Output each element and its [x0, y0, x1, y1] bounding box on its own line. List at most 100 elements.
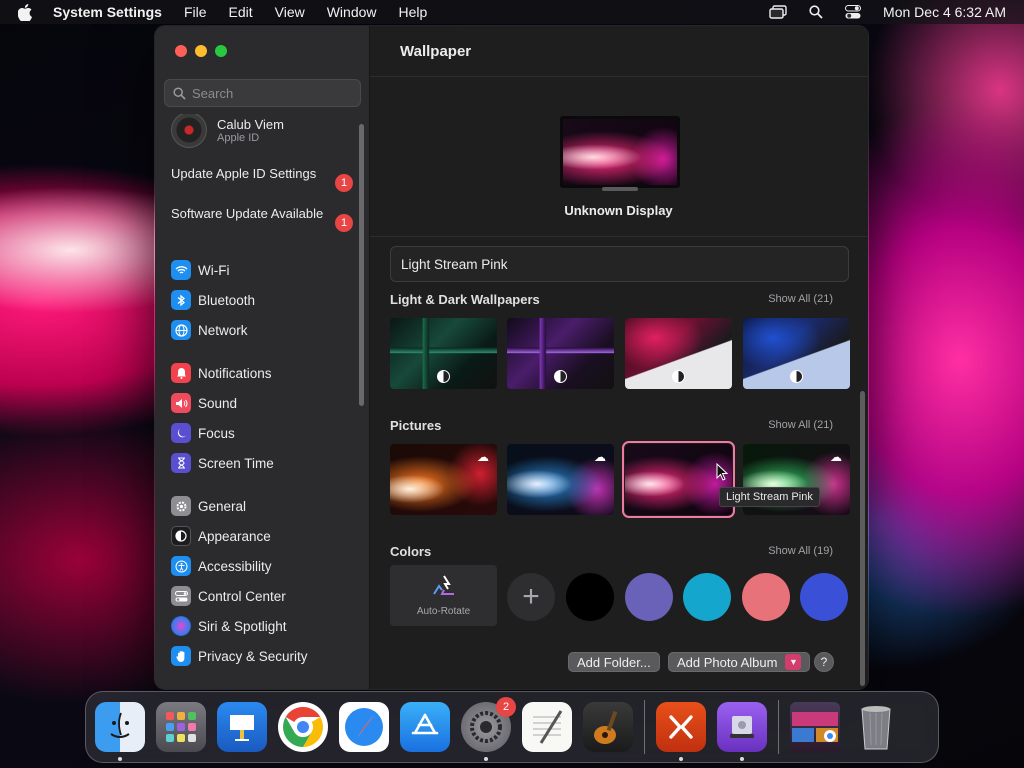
- launchpad-icon: [166, 712, 196, 742]
- auto-rotate-tile[interactable]: Auto-Rotate: [390, 565, 497, 626]
- software-update-item[interactable]: Software Update Available 1: [171, 206, 353, 232]
- auto-rotate-icon: [432, 575, 454, 595]
- software-update-label: Software Update Available: [171, 206, 324, 221]
- control-center-icon[interactable]: [845, 5, 862, 19]
- sidebar-item-wifi[interactable]: Wi-Fi: [171, 258, 229, 282]
- sidebar-item-notifications[interactable]: Notifications: [171, 361, 272, 385]
- spotlight-search-icon[interactable]: [809, 5, 823, 19]
- sidebar-item-label: Sound: [198, 395, 238, 411]
- running-indicator: [679, 757, 683, 761]
- dock-launchpad[interactable]: [156, 702, 206, 752]
- dock-separator: [644, 700, 645, 754]
- wallpaper-thumb-ventura-red[interactable]: [625, 318, 732, 389]
- dock: 2: [85, 691, 939, 763]
- add-photo-album-button[interactable]: Add Photo Album ▼: [668, 652, 811, 672]
- notification-badge: 1: [335, 174, 353, 192]
- sidebar-item-network[interactable]: Network: [171, 318, 248, 342]
- wallpaper-thumb-light-stream-blue[interactable]: ☁: [507, 444, 614, 515]
- sidebar-item-sound[interactable]: Sound: [171, 391, 237, 415]
- app-store-icon: [411, 713, 439, 735]
- dock-disk-utility[interactable]: [717, 702, 767, 761]
- dock-finder[interactable]: [95, 702, 145, 761]
- apple-menu-icon[interactable]: [18, 3, 40, 21]
- safari-icon: [345, 708, 383, 746]
- add-color-button[interactable]: +: [507, 573, 555, 621]
- wallpaper-thumb-light-stream-orange[interactable]: ☁: [390, 444, 497, 515]
- add-photo-album-label: Add Photo Album: [677, 654, 778, 670]
- main-scrollbar[interactable]: [860, 391, 865, 686]
- wallpaper-thumb-macos-green[interactable]: [390, 318, 497, 389]
- colors-show-all-button[interactable]: Show All (19): [768, 545, 833, 557]
- color-swatch-pink[interactable]: [742, 573, 790, 621]
- screen-mirroring-icon[interactable]: [769, 5, 787, 19]
- wallpaper-pane: Wallpaper Unknown Display Light Stream P…: [370, 26, 868, 689]
- menu-clock[interactable]: Mon Dec 4 6:32 AM: [883, 4, 1006, 20]
- edit-menu[interactable]: Edit: [229, 4, 253, 20]
- sidebar-item-label: Privacy & Security: [198, 648, 308, 664]
- update-apple-id-item[interactable]: Update Apple ID Settings 1: [171, 166, 353, 192]
- running-indicator: [740, 757, 744, 761]
- apple-id-profile[interactable]: Calub Viem Apple ID: [171, 114, 284, 148]
- accessibility-icon: [171, 556, 191, 576]
- color-swatch-black[interactable]: [566, 573, 614, 621]
- pictures-show-all-button[interactable]: Show All (21): [768, 419, 833, 431]
- dock-textedit[interactable]: [522, 702, 572, 752]
- update-apple-id-label: Update Apple ID Settings: [171, 166, 317, 181]
- sidebar-item-privacy-security[interactable]: Privacy & Security: [171, 644, 308, 668]
- light-dark-section-title: Light & Dark Wallpapers: [390, 292, 540, 307]
- window-controls: [175, 45, 227, 57]
- sidebar-item-general[interactable]: General: [171, 494, 246, 518]
- dock-remote-desktop[interactable]: [656, 702, 706, 761]
- wallpaper-thumb-macos-purple[interactable]: [507, 318, 614, 389]
- wallpaper-thumb-ventura-blue[interactable]: [743, 318, 850, 389]
- color-swatch-purple[interactable]: [625, 573, 673, 621]
- sidebar-item-label: Focus: [198, 425, 235, 441]
- zoom-window-button[interactable]: [215, 45, 227, 57]
- window-menu[interactable]: Window: [327, 4, 377, 20]
- chevron-down-icon: ▼: [785, 654, 802, 670]
- control-center-icon: [171, 586, 191, 606]
- divider: [370, 236, 868, 237]
- finder-icon: [110, 712, 130, 738]
- sidebar-item-control-center[interactable]: Control Center: [171, 584, 286, 608]
- search-input[interactable]: Search: [164, 79, 361, 107]
- sidebar-item-focus[interactable]: Focus: [171, 421, 235, 445]
- app-menu[interactable]: System Settings: [53, 4, 162, 20]
- running-indicator: [484, 757, 488, 761]
- dock-downloads-stack[interactable]: [790, 702, 840, 752]
- appearance-icon: [171, 526, 191, 546]
- color-swatch-cyan[interactable]: [683, 573, 731, 621]
- minimize-window-button[interactable]: [195, 45, 207, 57]
- sidebar-item-label: Screen Time: [198, 455, 274, 471]
- sidebar-item-bluetooth[interactable]: Bluetooth: [171, 288, 255, 312]
- sidebar-item-accessibility[interactable]: Accessibility: [171, 554, 272, 578]
- close-window-button[interactable]: [175, 45, 187, 57]
- add-folder-button[interactable]: Add Folder...: [568, 652, 660, 672]
- running-indicator: [118, 757, 122, 761]
- sidebar-item-appearance[interactable]: Appearance: [171, 524, 271, 548]
- dock-system-settings[interactable]: 2: [461, 697, 516, 761]
- dock-keynote[interactable]: [217, 702, 267, 752]
- avatar: [171, 114, 207, 148]
- file-menu[interactable]: File: [184, 4, 207, 20]
- sidebar-item-siri-spotlight[interactable]: Siri & Spotlight: [171, 614, 287, 638]
- dock-chrome[interactable]: [278, 702, 328, 752]
- light-dark-show-all-button[interactable]: Show All (21): [768, 293, 833, 305]
- sidebar-item-screen-time[interactable]: Screen Time: [171, 451, 274, 475]
- sidebar-scrollbar[interactable]: [359, 124, 364, 406]
- garageband-icon: [594, 710, 618, 744]
- dock-app-store[interactable]: [400, 702, 450, 752]
- add-folder-label: Add Folder...: [577, 654, 651, 670]
- remote-desktop-icon: [669, 715, 693, 739]
- sidebar-item-label: Siri & Spotlight: [198, 618, 287, 634]
- sidebar-list[interactable]: Calub Viem Apple ID Update Apple ID Sett…: [155, 114, 369, 689]
- notification-badge: 2: [496, 697, 516, 717]
- dock-safari[interactable]: [339, 702, 389, 752]
- help-button[interactable]: ?: [814, 652, 834, 672]
- view-menu[interactable]: View: [275, 4, 305, 20]
- dock-trash[interactable]: [851, 702, 901, 752]
- color-swatch-blue[interactable]: [800, 573, 848, 621]
- help-menu[interactable]: Help: [399, 4, 428, 20]
- display-stand: [602, 187, 638, 191]
- dock-garageband[interactable]: [583, 702, 633, 752]
